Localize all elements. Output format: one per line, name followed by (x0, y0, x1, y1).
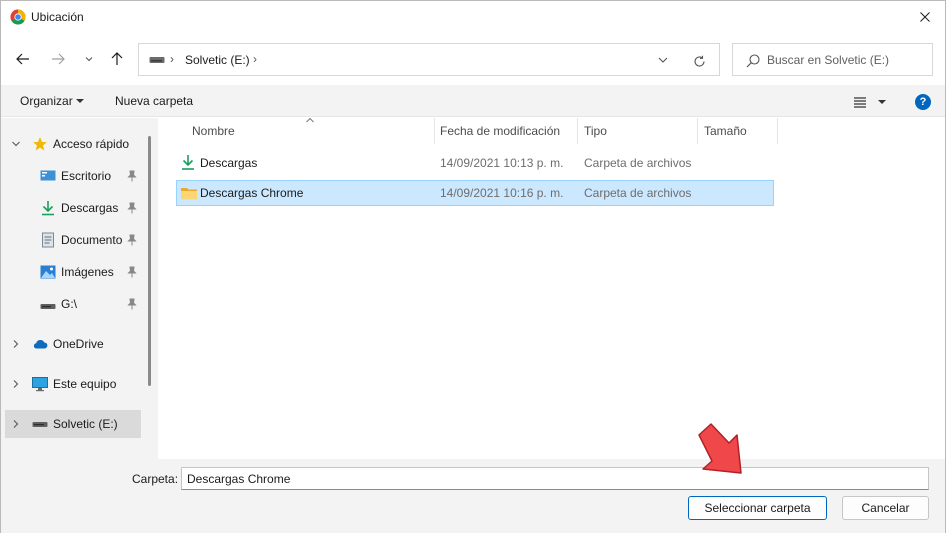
change-view-button[interactable] (853, 94, 889, 110)
arrow-up-icon (111, 52, 123, 65)
breadcrumb-separator[interactable]: › (170, 52, 174, 66)
sidebar-item-label: Imágenes (61, 265, 114, 279)
dialog-footer: Carpeta: Seleccionar carpeta Cancelar (1, 459, 945, 533)
chevron-down-icon (658, 57, 668, 63)
pin-icon[interactable] (127, 202, 137, 214)
file-row[interactable]: Descargas Chrome 14/09/2021 10:16 p. m. … (176, 180, 774, 206)
view-details-icon (854, 97, 866, 108)
sidebar-item-solvetic-drive[interactable]: Solvetic (E:) (5, 410, 141, 438)
star-icon (33, 137, 47, 151)
pictures-icon (40, 265, 56, 279)
refresh-icon (693, 55, 705, 67)
sidebar-item-drive-g[interactable]: G:\ (5, 290, 141, 318)
download-icon (42, 201, 54, 216)
help-button[interactable]: ? (915, 94, 931, 110)
folder-picker-dialog: Ubicación › Solvetic (E:) › Buscar en So… (0, 0, 946, 533)
sidebar-item-label: Este equipo (53, 377, 117, 391)
drive-icon (149, 57, 165, 63)
folder-name-input[interactable] (181, 467, 929, 490)
pin-icon[interactable] (127, 266, 137, 278)
search-box[interactable] (732, 43, 933, 76)
sidebar-item-label: Documento (61, 233, 123, 247)
breadcrumb-separator[interactable]: › (253, 52, 257, 66)
sidebar-item-label: Acceso rápido (53, 137, 130, 151)
download-folder-icon (182, 155, 194, 170)
pin-icon[interactable] (127, 234, 137, 246)
chevron-right-icon[interactable] (11, 339, 21, 349)
sidebar-item-pictures[interactable]: Imágenes (5, 258, 141, 286)
cloud-icon (33, 339, 48, 349)
back-button[interactable] (12, 49, 34, 69)
search-input[interactable] (767, 50, 927, 70)
sidebar-item-quick-access[interactable]: Acceso rápido (5, 130, 141, 158)
file-list: Nombre Fecha de modificación Tipo Tamaño… (159, 117, 945, 459)
title-bar: Ubicación (1, 1, 945, 33)
file-modified: 14/09/2021 10:16 p. m. (440, 186, 564, 200)
arrow-right-icon (52, 53, 65, 65)
sidebar-item-documents[interactable]: Documento (5, 226, 141, 254)
caret-down-icon[interactable] (76, 99, 84, 103)
forward-button[interactable] (47, 49, 69, 69)
sidebar-item-label: G:\ (61, 297, 78, 311)
annotation-arrow-icon (698, 423, 742, 474)
file-type: Carpeta de archivos (584, 186, 692, 200)
navigation-row: › Solvetic (E:) › (1, 33, 945, 85)
chevron-right-icon[interactable] (11, 379, 21, 389)
file-name: Descargas (200, 156, 258, 170)
close-icon (920, 12, 930, 22)
up-button[interactable] (106, 49, 128, 69)
desktop-icon (40, 170, 56, 181)
file-modified: 14/09/2021 10:13 p. m. (440, 156, 564, 170)
folder-icon (181, 188, 197, 200)
breadcrumb-drive[interactable]: Solvetic (E:) (185, 53, 250, 67)
command-bar: Organizar Nueva carpeta ? (1, 85, 945, 117)
column-header-modified[interactable]: Fecha de modificación (434, 118, 578, 144)
file-type: Carpeta de archivos (584, 156, 692, 170)
sidebar-item-onedrive[interactable]: OneDrive (5, 330, 141, 358)
file-row[interactable]: Descargas 14/09/2021 10:13 p. m. Carpeta… (176, 150, 774, 176)
chrome-icon (10, 9, 26, 25)
sidebar-item-this-pc[interactable]: Este equipo (5, 370, 141, 398)
pin-icon[interactable] (127, 170, 137, 182)
close-button[interactable] (905, 1, 945, 33)
folder-field-label: Carpeta: (132, 472, 179, 486)
chevron-down-icon (85, 57, 93, 62)
recent-locations-button[interactable] (78, 49, 100, 69)
sidebar-item-label: Descargas (61, 201, 119, 215)
navigation-scrollbar[interactable] (148, 136, 151, 386)
chevron-right-icon[interactable] (11, 419, 21, 429)
file-name: Descargas Chrome (200, 186, 304, 200)
chevron-down-icon[interactable] (11, 139, 21, 149)
computer-icon (32, 377, 48, 392)
document-icon (42, 232, 54, 248)
refresh-button[interactable] (691, 53, 707, 69)
arrow-left-icon (16, 53, 29, 65)
navigation-pane: Acceso rápido Escritorio Descargas Docum… (1, 118, 158, 459)
window-title: Ubicación (31, 10, 84, 24)
sidebar-item-label: Escritorio (61, 169, 112, 183)
drive-icon (32, 422, 48, 427)
drive-icon (40, 304, 56, 309)
new-folder-button[interactable]: Nueva carpeta (115, 94, 193, 108)
cancel-button[interactable]: Cancelar (842, 496, 929, 520)
caret-down-icon (878, 100, 886, 104)
sidebar-item-desktop[interactable]: Escritorio (5, 162, 141, 190)
column-header-type[interactable]: Tipo (578, 118, 698, 144)
address-history-button[interactable] (656, 54, 670, 66)
search-icon (746, 54, 760, 68)
pin-icon[interactable] (127, 298, 137, 310)
address-bar[interactable]: › Solvetic (E:) › (138, 43, 720, 76)
organize-button[interactable]: Organizar (20, 94, 73, 108)
column-header-size[interactable]: Tamaño (698, 118, 778, 144)
sidebar-item-label: OneDrive (53, 337, 104, 351)
sidebar-item-label: Solvetic (E:) (53, 417, 118, 431)
column-header-name[interactable]: Nombre (186, 118, 435, 144)
sidebar-item-downloads[interactable]: Descargas (5, 194, 141, 222)
select-folder-button[interactable]: Seleccionar carpeta (688, 496, 827, 520)
